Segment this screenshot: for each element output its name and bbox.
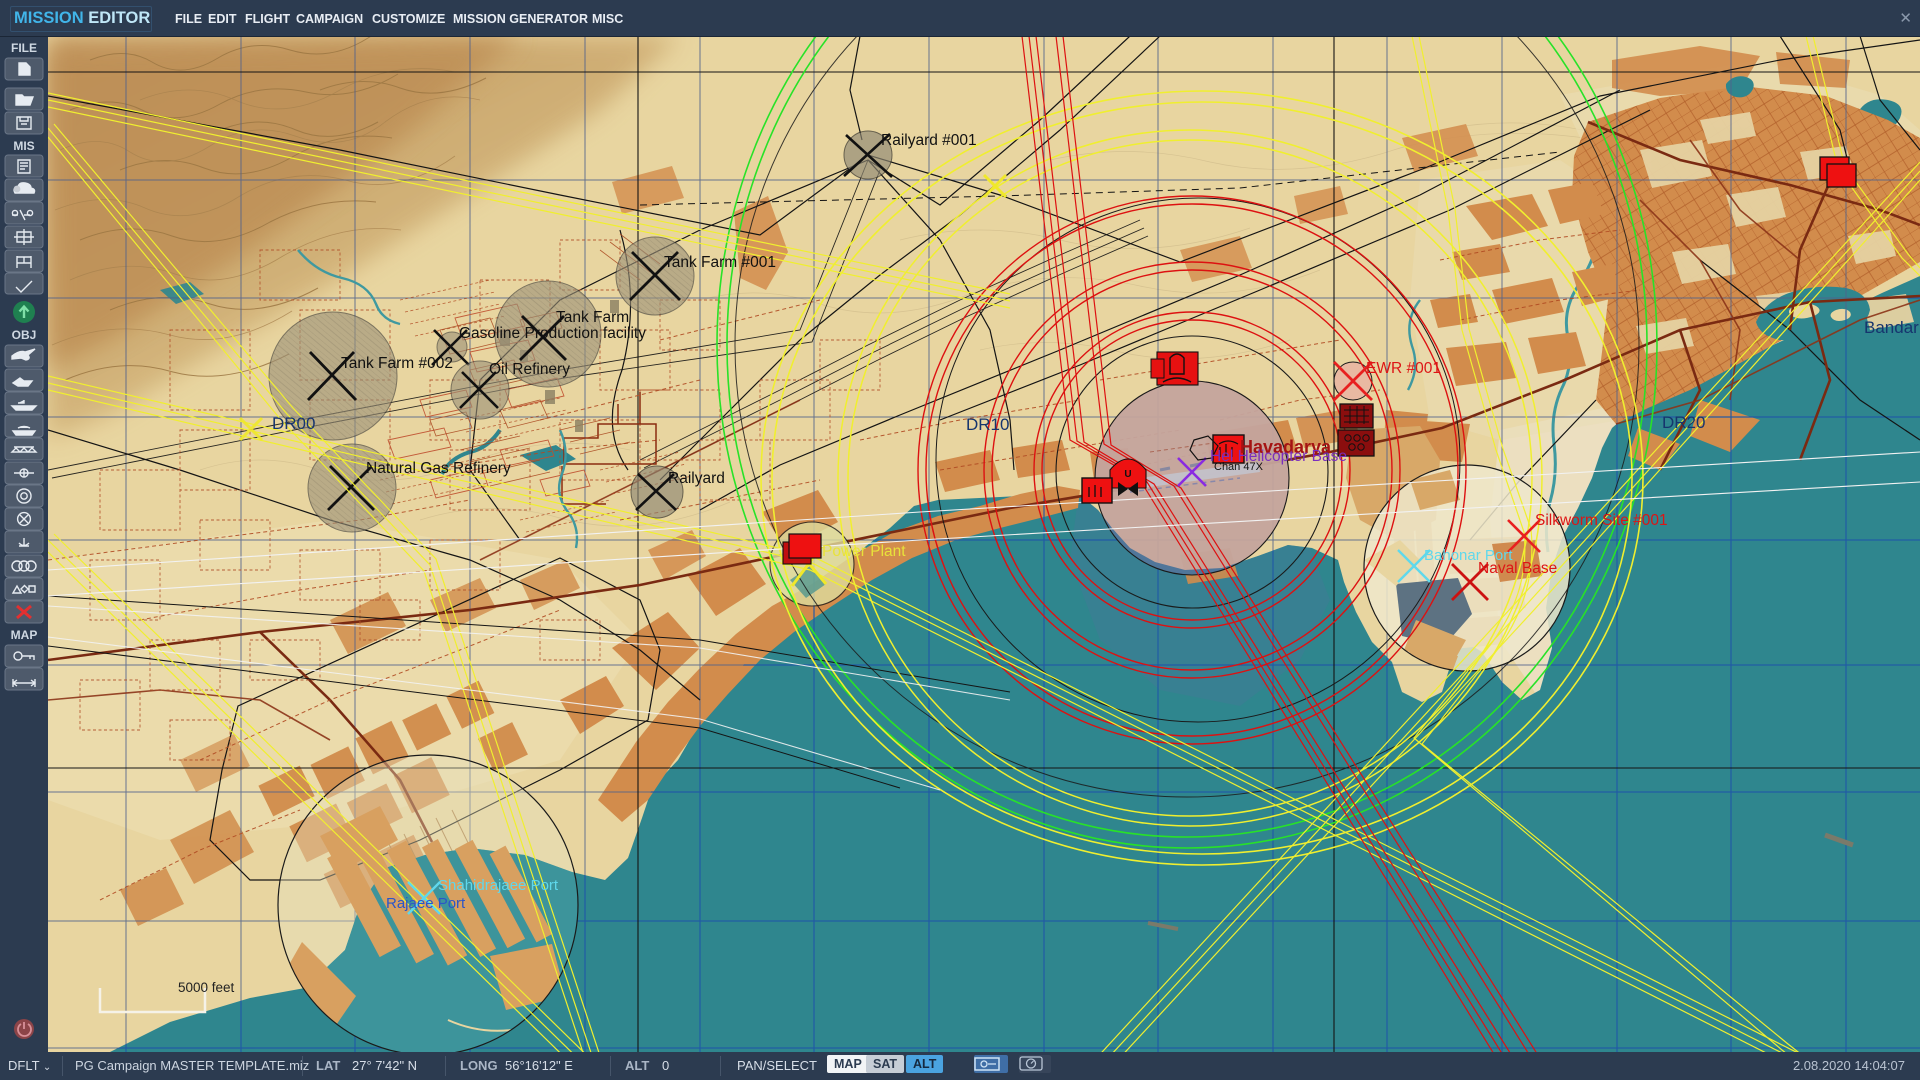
svg-text:MIS: MIS (13, 139, 34, 153)
svg-text:Hel Helicopter Base: Hel Helicopter Base (1210, 448, 1347, 465)
svg-text:U: U (1124, 469, 1131, 480)
svg-text:Tank Farm #002: Tank Farm #002 (341, 355, 453, 372)
svg-text:Bahonar Port: Bahonar Port (1424, 547, 1513, 564)
svg-text:Natural Gas Refinery: Natural Gas Refinery (366, 460, 511, 477)
svg-text:EWR #001: EWR #001 (1366, 360, 1441, 377)
svg-text:FILE: FILE (11, 41, 37, 55)
svg-text:DR20: DR20 (1662, 413, 1705, 432)
svg-text:Tank Farm: Tank Farm (556, 309, 629, 326)
svg-text:Gasoline Production facility: Gasoline Production facility (459, 325, 646, 342)
svg-text:DR10: DR10 (966, 415, 1009, 434)
svg-text:Railyard #001: Railyard #001 (881, 132, 977, 149)
svg-text:Shahidrajaee Port: Shahidrajaee Port (438, 877, 559, 894)
svg-text:Silkworm Site #001: Silkworm Site #001 (1535, 512, 1668, 529)
svg-text:Railyard: Railyard (668, 470, 725, 487)
svg-text:OBJ: OBJ (12, 328, 37, 342)
svg-text:DR00: DR00 (272, 414, 315, 433)
svg-text:Tank Farm #001: Tank Farm #001 (664, 254, 776, 271)
svg-text:Bandar: Bandar (1864, 318, 1919, 337)
svg-text:Oil Refinery: Oil Refinery (489, 361, 570, 378)
svg-text:Rajaee Port: Rajaee Port (386, 895, 466, 912)
svg-text:Power Plant: Power Plant (822, 543, 906, 560)
svg-text:5000 feet: 5000 feet (178, 980, 235, 995)
svg-text:MAP: MAP (11, 628, 38, 642)
